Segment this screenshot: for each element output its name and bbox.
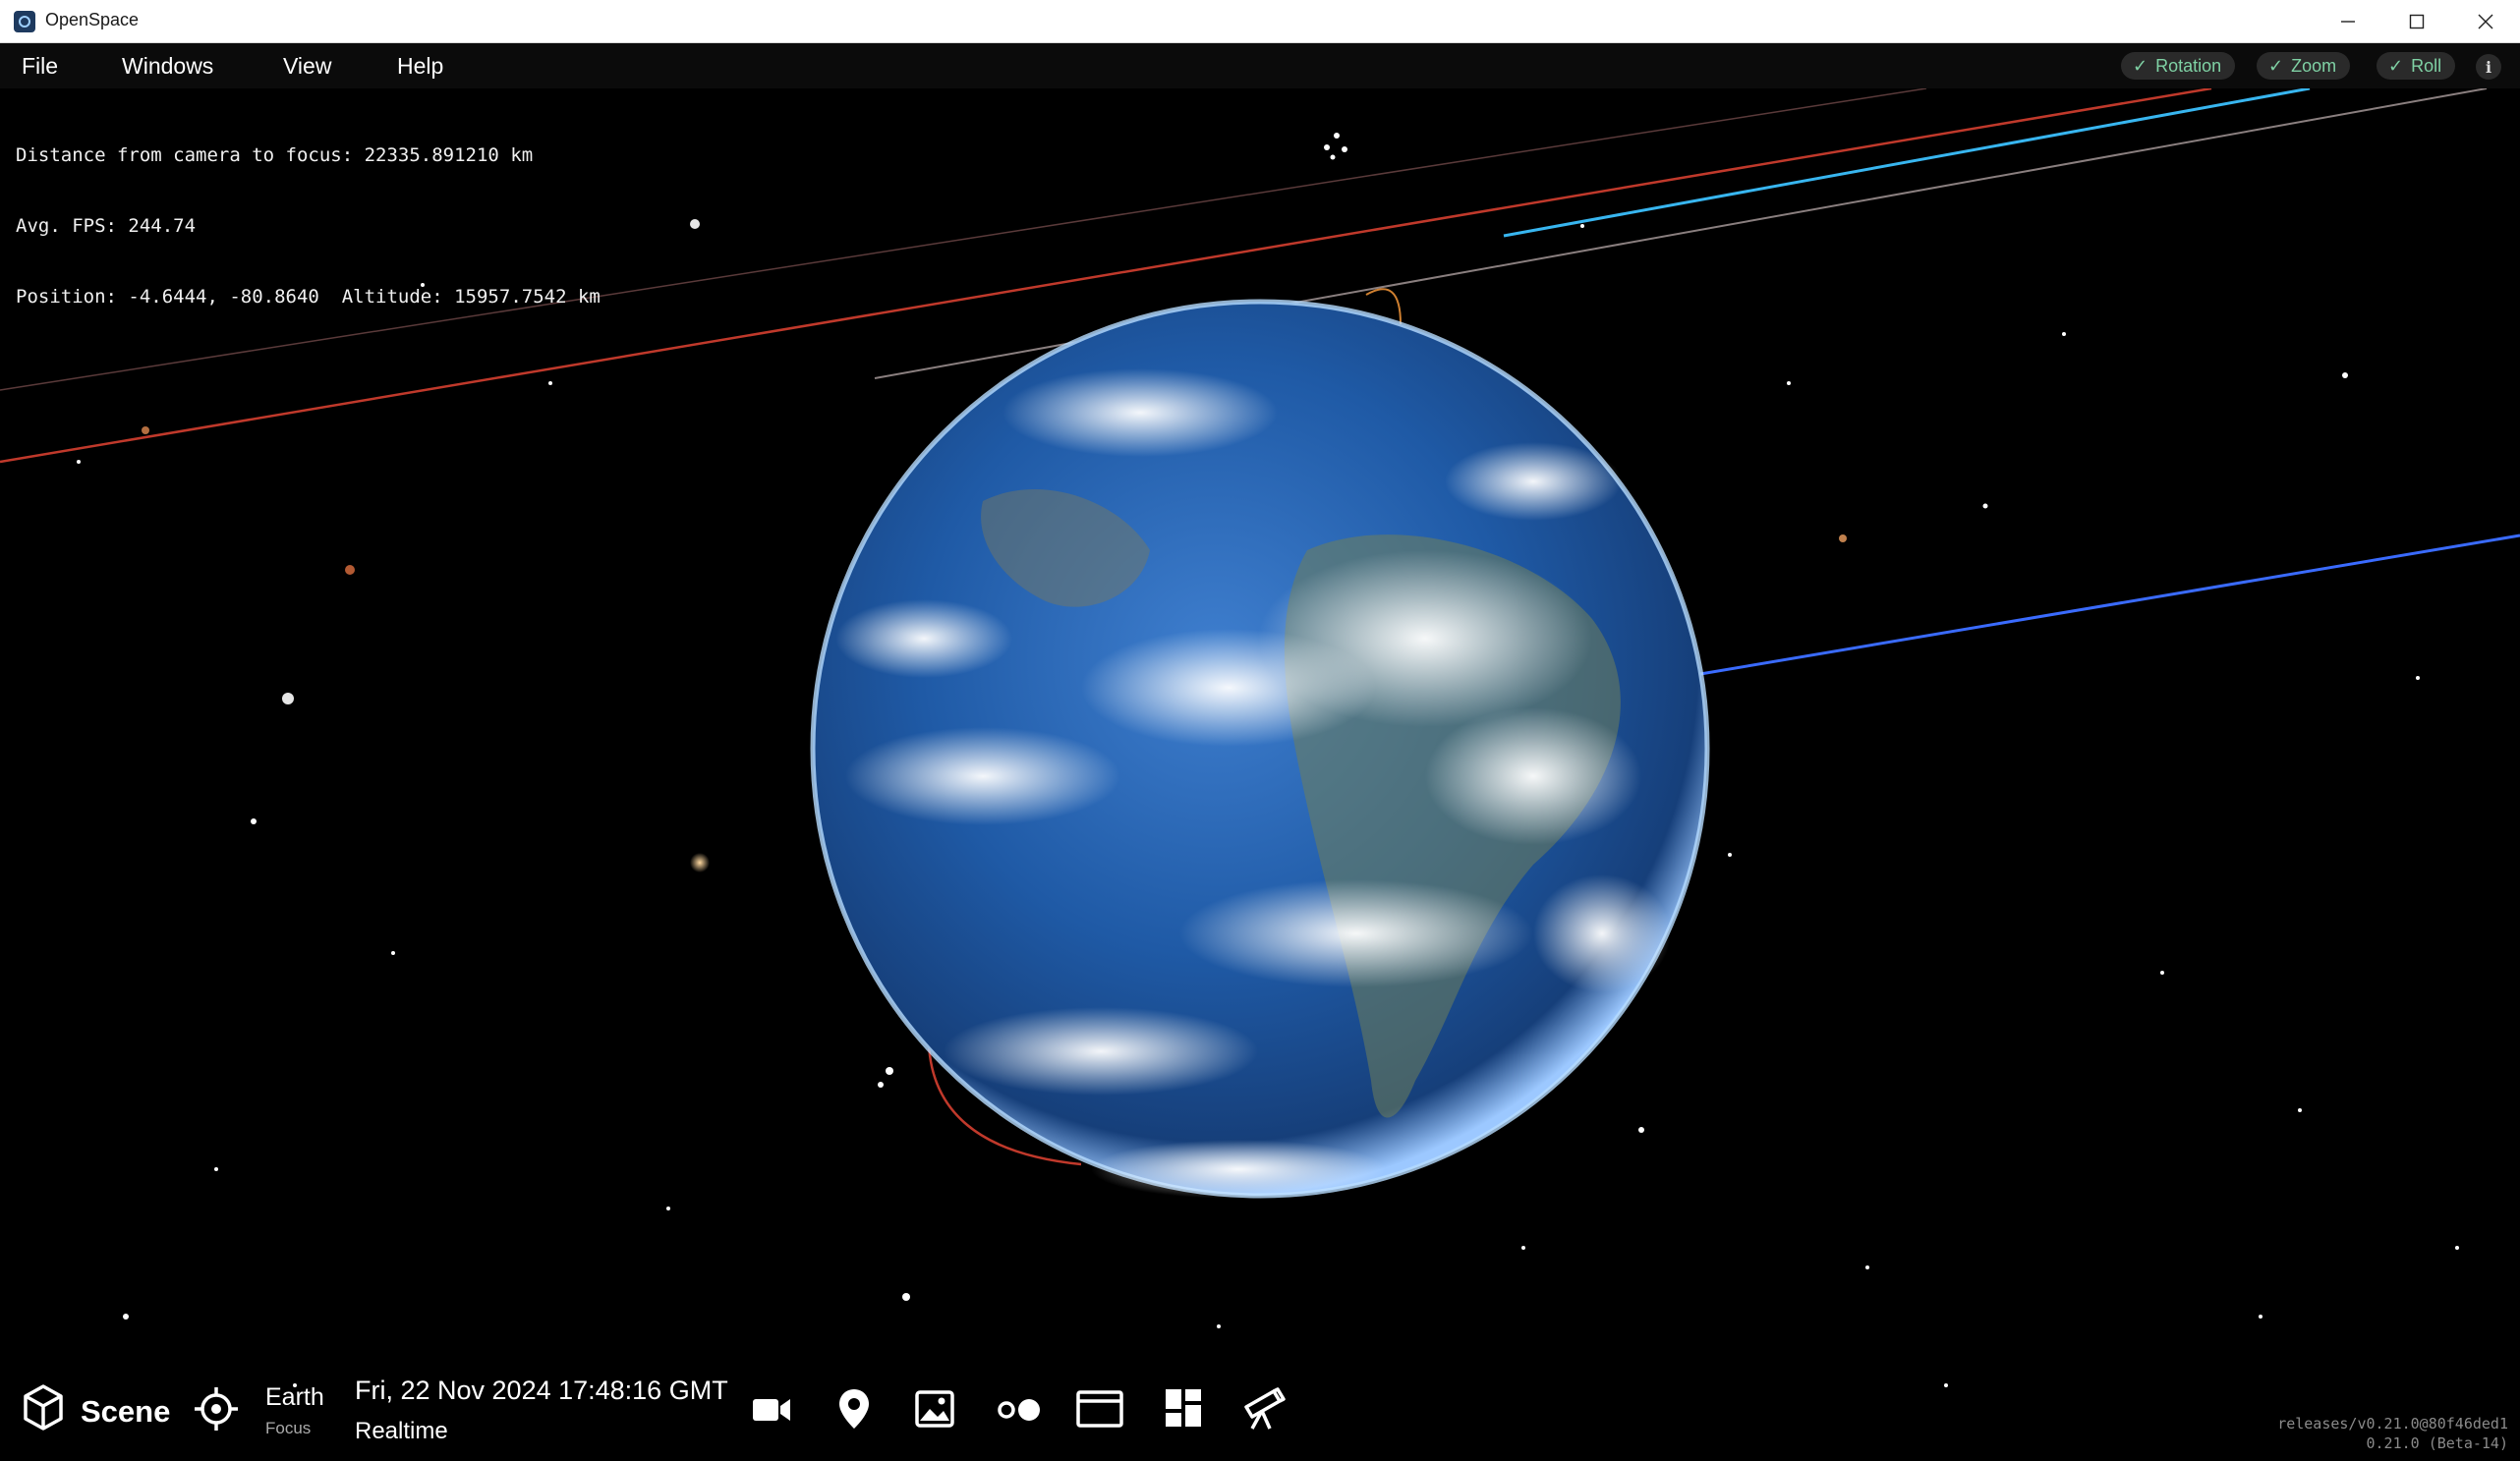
hud-position: Position: -4.6444, -80.8640 Altitude: 15… (16, 286, 601, 308)
check-icon: ✓ (2268, 55, 2284, 77)
info-button[interactable]: i (2476, 54, 2501, 80)
close-icon (2478, 14, 2493, 29)
date-time[interactable]: Fri, 22 Nov 2024 17:48:16 GMT (355, 1376, 728, 1406)
menu-help[interactable]: Help (397, 53, 443, 80)
dots-icon[interactable] (995, 1395, 1044, 1425)
camera-icon[interactable] (751, 1393, 792, 1427)
menu-bar: File Windows View Help ✓ Rotation ✓ Zoom… (0, 43, 2520, 88)
earth-globe (810, 299, 1710, 1199)
toggle-roll[interactable]: ✓ Roll (2377, 52, 2456, 80)
orange-star (690, 853, 710, 872)
version-branch: releases/v0.21.0@80f46ded1 (2277, 1415, 2508, 1433)
minimize-button[interactable] (2314, 0, 2382, 43)
version-info: releases/v0.21.0@80f46ded1 0.21.0 (Beta-… (2277, 1414, 2508, 1453)
scene-button[interactable]: Scene (81, 1394, 170, 1430)
toggle-roll-label: Roll (2411, 55, 2442, 76)
maximize-button[interactable] (2382, 0, 2451, 43)
minimize-icon (2341, 21, 2355, 23)
time-mode[interactable]: Realtime (355, 1418, 448, 1445)
version-number: 0.21.0 (Beta-14) (2366, 1434, 2509, 1452)
window-icon[interactable] (1075, 1389, 1124, 1429)
menu-view[interactable]: View (283, 53, 331, 80)
focus-caption: Focus (265, 1419, 312, 1437)
focus-name[interactable]: Earth (265, 1383, 324, 1412)
check-icon: ✓ (2388, 55, 2404, 77)
telescope-icon[interactable] (1240, 1385, 1288, 1431)
hud-fps: Avg. FPS: 244.74 (16, 215, 197, 237)
hud-distance: Distance from camera to focus: 22335.891… (16, 144, 534, 166)
dashboard-icon[interactable] (1164, 1387, 1203, 1429)
toggle-rotation[interactable]: ✓ Rotation (2121, 52, 2236, 80)
camera-hud: Distance from camera to focus: 22335.891… (16, 96, 601, 356)
toggle-zoom-label: Zoom (2291, 55, 2337, 76)
window-title: OpenSpace (45, 10, 140, 29)
menu-windows[interactable]: Windows (122, 53, 213, 80)
toggle-zoom[interactable]: ✓ Zoom (2257, 52, 2351, 80)
maximize-icon (2409, 14, 2425, 29)
check-icon: ✓ (2133, 55, 2148, 77)
window-titlebar: OpenSpace (0, 0, 2520, 43)
app-logo-icon (14, 11, 35, 32)
focus-target-icon[interactable] (193, 1385, 240, 1433)
pin-icon[interactable] (837, 1387, 871, 1431)
menu-file[interactable]: File (22, 53, 58, 80)
toggle-rotation-label: Rotation (2155, 55, 2222, 76)
close-button[interactable] (2451, 0, 2520, 43)
image-icon[interactable] (914, 1389, 955, 1429)
render-viewport[interactable]: Distance from camera to focus: 22335.891… (0, 88, 2520, 1461)
cube-icon[interactable] (22, 1383, 65, 1433)
